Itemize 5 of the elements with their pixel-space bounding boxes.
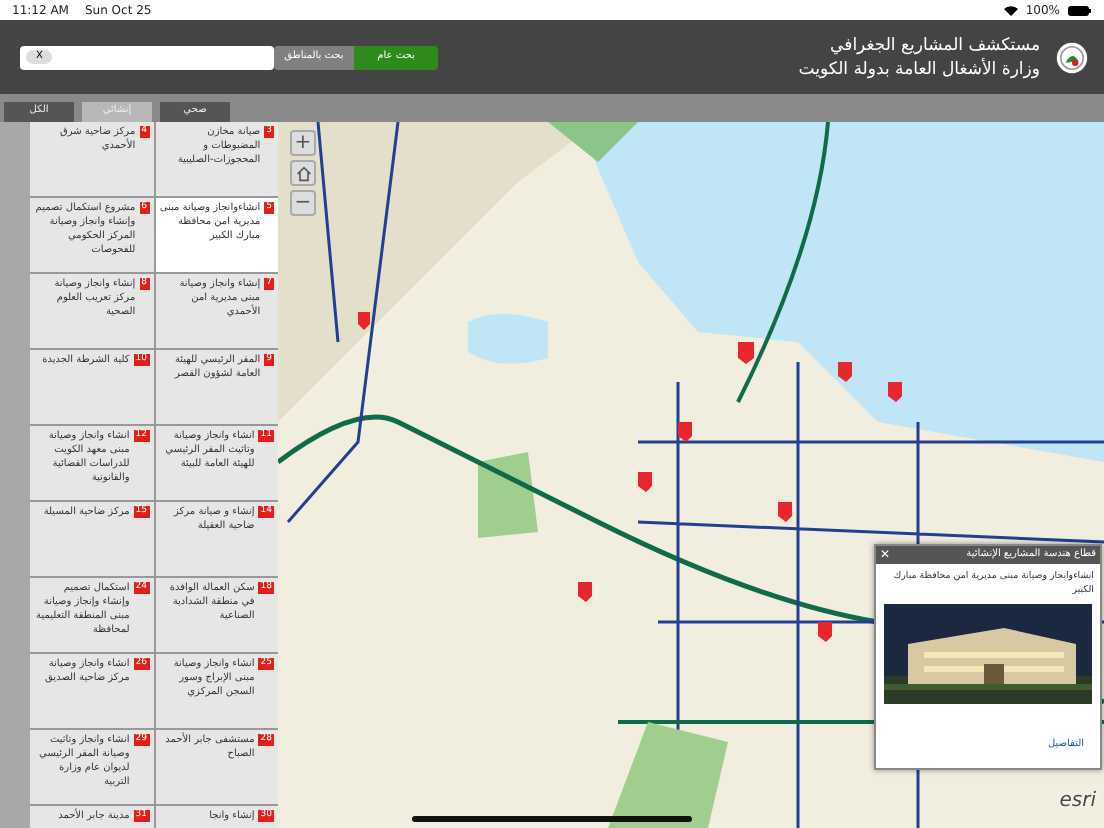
logo-icon (1056, 41, 1088, 73)
app-title: مستكشف المشاريع الجغرافي (828, 33, 1040, 57)
battery-icon (1068, 5, 1092, 15)
app-subtitle: وزارة الأشغال العامة بدولة الكويت (798, 57, 1040, 81)
wifi-icon (1003, 5, 1018, 15)
